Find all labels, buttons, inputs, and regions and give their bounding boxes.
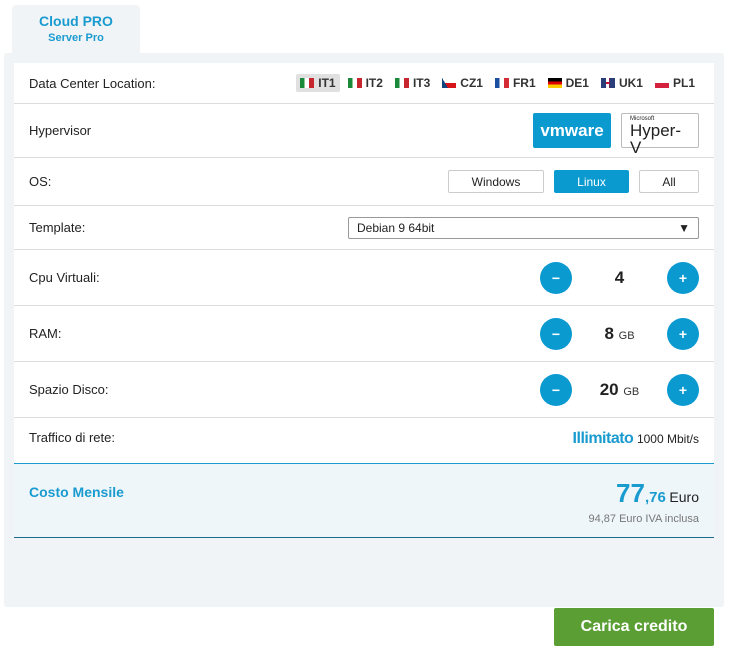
- traffic-speed: 1000 Mbit/s: [636, 432, 699, 446]
- cpu-value: 4: [614, 267, 625, 287]
- flag-icon: [654, 78, 669, 88]
- cpu-label: Cpu Virtuali:: [29, 270, 100, 285]
- config-card: Data Center Location: IT1 IT2 IT3 CZ1 FR1 DE1…: [14, 63, 714, 538]
- flag-icon: [394, 78, 409, 88]
- location-code: UK1: [618, 76, 643, 90]
- location-it1[interactable]: IT1: [296, 74, 340, 92]
- disk-decrease-button[interactable]: −: [540, 373, 572, 406]
- disk-stepper: − 20 GB +: [540, 373, 699, 406]
- flag-icon: [300, 78, 315, 88]
- hypervisor-label: Hypervisor: [29, 123, 92, 138]
- price-integer: 77: [616, 478, 645, 508]
- location-uk1[interactable]: UK1: [597, 74, 647, 92]
- traffic-value: Illimitato: [572, 430, 634, 447]
- cpu-decrease-button[interactable]: −: [540, 261, 572, 294]
- template-value: Debian 9 64bit: [357, 220, 435, 235]
- location-it2[interactable]: IT2: [344, 74, 387, 92]
- flag-icon: [600, 78, 615, 88]
- price-vat: 94,87 Euro IVA inclusa: [588, 513, 699, 525]
- traffic-row: Traffico di rete: Illimitato 1000 Mbit/s: [14, 418, 714, 463]
- location-fr1[interactable]: FR1: [491, 74, 540, 92]
- traffic-label: Traffico di rete:: [29, 430, 115, 445]
- hyperv-label: Hyper-V: [630, 121, 682, 157]
- hyperv-button[interactable]: Microsoft Hyper-V: [621, 113, 699, 156]
- location-code: FR1: [512, 76, 536, 90]
- disk-unit: GB: [623, 385, 640, 398]
- location-code: IT3: [412, 76, 431, 90]
- ram-decrease-button[interactable]: −: [540, 317, 572, 350]
- ram-value: 8: [604, 323, 614, 343]
- flag-icon: [442, 78, 457, 88]
- disk-row: Spazio Disco: − 20 GB +: [14, 362, 714, 418]
- price-decimal: ,76: [644, 489, 666, 506]
- ram-stepper: − 8 GB +: [540, 317, 699, 350]
- location-cz1[interactable]: CZ1: [438, 74, 487, 92]
- tab-title: Cloud PRO: [39, 13, 113, 29]
- template-row: Template: Debian 9 64bit ▼: [14, 206, 714, 250]
- location-it3[interactable]: IT3: [391, 74, 434, 92]
- location-code: PL1: [672, 76, 695, 90]
- template-label: Template:: [29, 220, 86, 235]
- vmware-button[interactable]: vmware: [533, 113, 611, 148]
- location-pl1[interactable]: PL1: [651, 74, 699, 92]
- flag-icon: [547, 78, 562, 88]
- ram-unit: GB: [618, 329, 635, 342]
- ram-label: RAM:: [29, 326, 62, 341]
- tab-cloud-pro[interactable]: Cloud PRO Server Pro: [12, 5, 140, 55]
- hypervisor-row: Hypervisor vmware Microsoft Hyper-V: [14, 104, 714, 158]
- ram-increase-button[interactable]: +: [667, 317, 699, 350]
- disk-label: Spazio Disco:: [29, 382, 109, 397]
- cpu-stepper: − 4 +: [540, 261, 699, 294]
- os-label: OS:: [29, 174, 52, 189]
- location-list: IT1 IT2 IT3 CZ1 FR1 DE1 UK1 PL1: [296, 74, 699, 92]
- tab-subtitle: Server Pro: [48, 32, 104, 44]
- disk-value: 20: [599, 379, 619, 399]
- monthly-cost: Costo Mensile 77,76 Euro 94,87 Euro IVA …: [14, 463, 714, 538]
- os-linux-button[interactable]: Linux: [554, 170, 629, 193]
- location-code: IT2: [365, 76, 383, 90]
- cpu-row: Cpu Virtuali: − 4 +: [14, 250, 714, 306]
- location-code: IT1: [318, 76, 336, 90]
- flag-icon: [347, 78, 362, 88]
- location-code: CZ1: [460, 76, 483, 90]
- os-row: OS: Windows Linux All: [14, 158, 714, 206]
- location-label: Data Center Location:: [29, 75, 156, 91]
- flag-icon: [494, 78, 509, 88]
- price-currency: Euro: [669, 489, 699, 505]
- os-all-button[interactable]: All: [639, 170, 699, 193]
- ram-row: RAM: − 8 GB +: [14, 306, 714, 362]
- cpu-increase-button[interactable]: +: [667, 261, 699, 294]
- chevron-down-icon: ▼: [678, 220, 690, 235]
- template-select[interactable]: Debian 9 64bit ▼: [348, 216, 699, 239]
- top-up-credit-button[interactable]: Carica credito: [554, 608, 714, 646]
- disk-increase-button[interactable]: +: [667, 373, 699, 406]
- location-code: DE1: [565, 76, 589, 90]
- location-de1[interactable]: DE1: [544, 74, 593, 92]
- os-windows-button[interactable]: Windows: [448, 170, 544, 193]
- location-row: Data Center Location: IT1 IT2 IT3 CZ1 FR1 DE1…: [14, 63, 714, 104]
